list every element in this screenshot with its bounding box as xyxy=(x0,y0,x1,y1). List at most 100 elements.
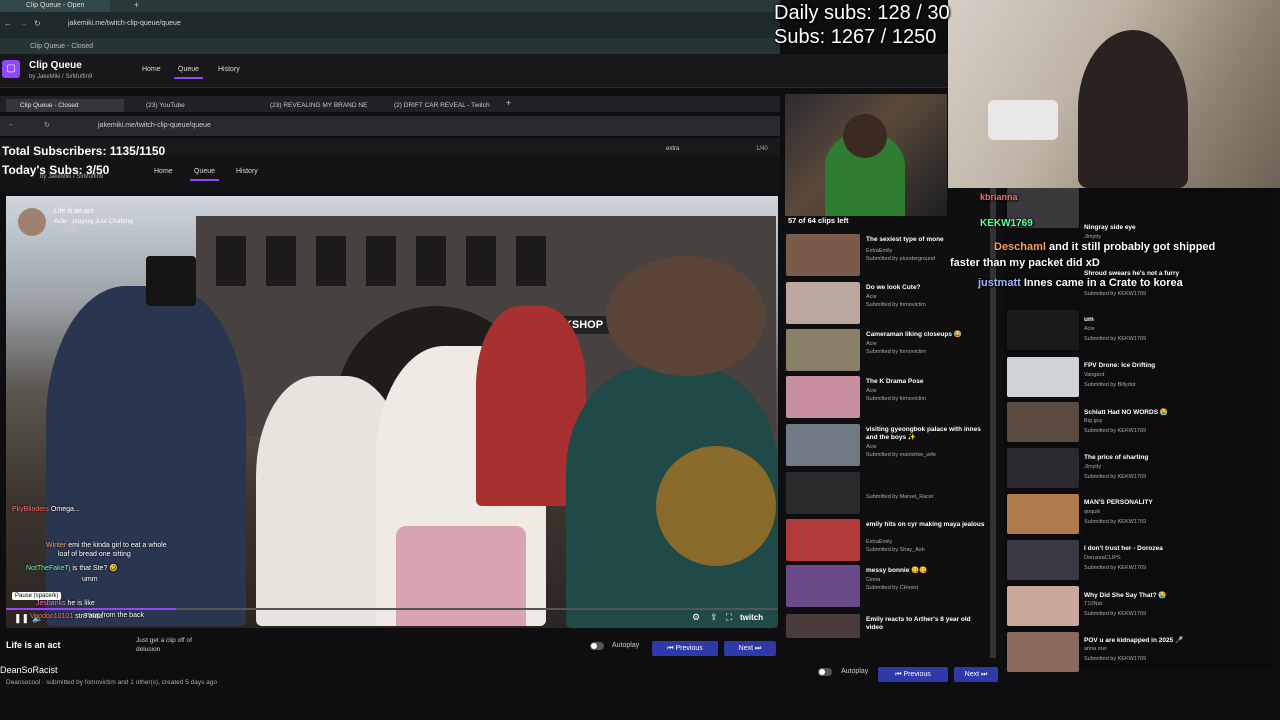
stream-chat-line: Deschaml and it still probably got shipp… xyxy=(994,241,1215,253)
outer-url-field[interactable]: jakemiki.me/twitch-clip-queue/queue xyxy=(68,20,181,27)
fullscreen-icon[interactable]: ⛶ xyxy=(726,612,732,623)
right-item-submitter: Submitted by KEKW1769 xyxy=(1084,474,1147,480)
channel-name[interactable]: DeanSoRacist xyxy=(0,665,58,675)
right-item-title[interactable]: Shroud swears he's not a furry xyxy=(1084,270,1179,277)
queue-autoplay-toggle[interactable] xyxy=(818,668,832,676)
inner-new-tab-icon[interactable]: + xyxy=(506,98,511,108)
chat-user: Jesbanks xyxy=(36,600,66,607)
right-item-title[interactable]: Ningray side eye xyxy=(1084,224,1136,231)
chat-user: Winter xyxy=(46,542,67,549)
queue-count: 57 of 64 clips left xyxy=(788,216,849,225)
queue-item[interactable]: messy bonnie 😋😋 Cinna Submitted by CHven… xyxy=(784,565,984,609)
queue-item[interactable]: Do we look Cute? Acie Submitted by fomov… xyxy=(784,282,984,326)
clip-thumbnail[interactable] xyxy=(1007,357,1079,397)
outer-tab-label: Clip Queue - Open xyxy=(26,2,85,9)
right-item-submitter: Submitted by KEKW1769 xyxy=(1084,428,1147,434)
stream-chat-user: justmatt xyxy=(978,277,1021,289)
progress-track[interactable] xyxy=(6,608,778,610)
bookmark-item[interactable]: Clip Queue - Closed xyxy=(30,43,93,50)
settings-icon[interactable]: ⚙ xyxy=(692,612,700,623)
clip-thumbnail[interactable] xyxy=(1007,632,1079,672)
nav-queue[interactable]: Queue xyxy=(174,66,204,79)
queue-item-title: The K Drama Pose xyxy=(866,378,924,385)
queue-item-channel: ExtraEmily xyxy=(866,539,893,545)
queue-item[interactable]: Emily reacts to Arther's 8 year old vide… xyxy=(784,614,984,640)
queue-footer: Autoplay ⏮ Previous Next ⏭ xyxy=(784,660,1004,688)
outer-tab[interactable]: Clip Queue - Open xyxy=(0,0,110,12)
clip-details: Life is an act Just get a clip off of de… xyxy=(0,632,780,692)
share-icon[interactable]: ⇪ xyxy=(710,612,718,623)
previous-button[interactable]: ⏮ Previous xyxy=(652,641,718,656)
nav-home[interactable]: Home xyxy=(138,66,165,77)
app-header: ▢ Clip Queue by JakeMiki / SirMuffin9 Ho… xyxy=(0,54,950,88)
clip-thumbnail[interactable] xyxy=(1007,402,1079,442)
right-item-title[interactable]: MAN'S PERSONALITY xyxy=(1084,499,1153,506)
subs-overlay: Subs: 1267 / 1250 xyxy=(774,26,937,48)
inner-tab-clipqueue[interactable]: Clip Queue - Closed xyxy=(6,99,124,112)
chat-user: Voodoo10101 xyxy=(30,613,74,620)
right-item-title[interactable]: Schlatt Had NO WORDS 😭 xyxy=(1084,408,1168,416)
right-item-channel: T10Nat xyxy=(1084,601,1103,607)
reload-icon[interactable]: ↻ xyxy=(34,19,41,28)
video-player[interactable]: BOOKSHOP Life is an act Acie · playing J… xyxy=(6,196,778,628)
queue-item[interactable]: The sexiest type of mone ExtraEmily Subm… xyxy=(784,234,984,278)
guest-head xyxy=(843,114,887,158)
queue-item[interactable]: Cameraman liking closeups 😂 Acie Submitt… xyxy=(784,329,984,373)
right-item-channel: Jlmytty xyxy=(1084,234,1102,240)
queue-next-button[interactable]: Next ⏭ xyxy=(954,667,998,682)
right-item-title[interactable]: I don't trust her - Dorozea xyxy=(1084,545,1163,552)
forward-icon[interactable]: → xyxy=(20,19,28,28)
chat-user: PkyBlinders xyxy=(12,506,49,513)
clip-thumbnail[interactable] xyxy=(1007,310,1079,350)
gold-embroidery xyxy=(656,446,776,566)
inner-nav-home[interactable]: Home xyxy=(150,168,177,179)
nav-history[interactable]: History xyxy=(214,66,244,77)
daily-subs-overlay: Daily subs: 128 / 30 xyxy=(774,2,950,24)
inner-nav-history[interactable]: History xyxy=(232,168,262,179)
chat-text: Omega... xyxy=(50,506,80,513)
clip-thumbnail[interactable] xyxy=(1007,540,1079,580)
queue-item[interactable]: The K Drama Pose Acie Submitted by fomov… xyxy=(784,376,984,420)
queue-item[interactable]: Submitted by Marvel_Racer xyxy=(784,472,984,516)
inner-url-field[interactable]: jakemiki.me/twitch-clip-queue/queue xyxy=(98,122,211,129)
clip-thumbnail xyxy=(786,282,860,324)
inner-app-header: by JakeMiki / SirMuffin9 Home Queue Hist… xyxy=(0,156,780,192)
autoplay-toggle[interactable] xyxy=(590,642,604,650)
right-item-title[interactable]: FPV Drone: Ice Drifting xyxy=(1084,362,1155,369)
inner-address-bar: ← ↻ jakemiki.me/twitch-clip-queue/queue xyxy=(0,116,780,136)
inner-back-icon[interactable]: ← xyxy=(8,121,15,128)
inner-tab-twitch[interactable]: (2) DRIFT CAR REVEAL - Twitch xyxy=(378,99,498,112)
queue-item-submitter: Submitted by Shay_Ash xyxy=(866,547,925,553)
search-text[interactable]: extra xyxy=(666,146,679,152)
queue-item[interactable]: visiting gyeongbok palace with innes and… xyxy=(784,424,984,468)
clip-thumbnail[interactable] xyxy=(1007,586,1079,626)
right-item-submitter: Submitted by Billydot xyxy=(1084,382,1136,388)
right-item-submitter: Submitted by KEKW1769 xyxy=(1084,519,1147,525)
new-tab-icon[interactable]: + xyxy=(134,0,139,10)
queue-previous-button[interactable]: ⏮ Previous xyxy=(878,667,948,682)
clip-thumbnail[interactable] xyxy=(1007,494,1079,534)
inner-tab-video[interactable]: (23) REVEALING MY BRAND NE xyxy=(254,99,370,112)
channel-avatar xyxy=(18,208,46,236)
chat-text: emi the kinda girl to eat a whole xyxy=(68,542,167,549)
right-item-title[interactable]: Why Did She Say That? 😭 xyxy=(1084,591,1167,599)
queue-item-title: visiting gyeongbok palace with innes and… xyxy=(866,426,981,441)
right-item-title[interactable]: The price of sharting xyxy=(1084,454,1148,461)
gat-hat xyxy=(146,256,196,306)
inner-nav-queue[interactable]: Queue xyxy=(190,168,220,181)
foreground-head xyxy=(606,256,766,376)
inner-tab-youtube[interactable]: (23) YouTube xyxy=(130,99,246,112)
right-item-title[interactable]: um xyxy=(1084,316,1094,323)
clip-thumbnail[interactable] xyxy=(1007,448,1079,488)
back-icon[interactable]: ← xyxy=(4,19,12,28)
inner-tab-bar: Clip Queue - Closed (23) YouTube (23) RE… xyxy=(0,96,780,112)
inner-reload-icon[interactable]: ↻ xyxy=(44,121,50,129)
next-button[interactable]: Next ⏭ xyxy=(724,641,776,656)
right-item-title[interactable]: POV u are kidnapped in 2025 🎤 xyxy=(1084,636,1183,644)
pause-icon[interactable]: ❚❚ xyxy=(14,613,29,624)
chat-user: NotTheFakeTj xyxy=(26,565,71,572)
clip-info-channel: Acie · playing Just Chatting xyxy=(54,218,133,225)
queue-item-submitter: Submitted by plunderground xyxy=(866,256,936,262)
queue-item-channel: Acie xyxy=(866,341,877,347)
queue-item[interactable]: emily hits on cyr making maya jealous Ex… xyxy=(784,519,985,563)
